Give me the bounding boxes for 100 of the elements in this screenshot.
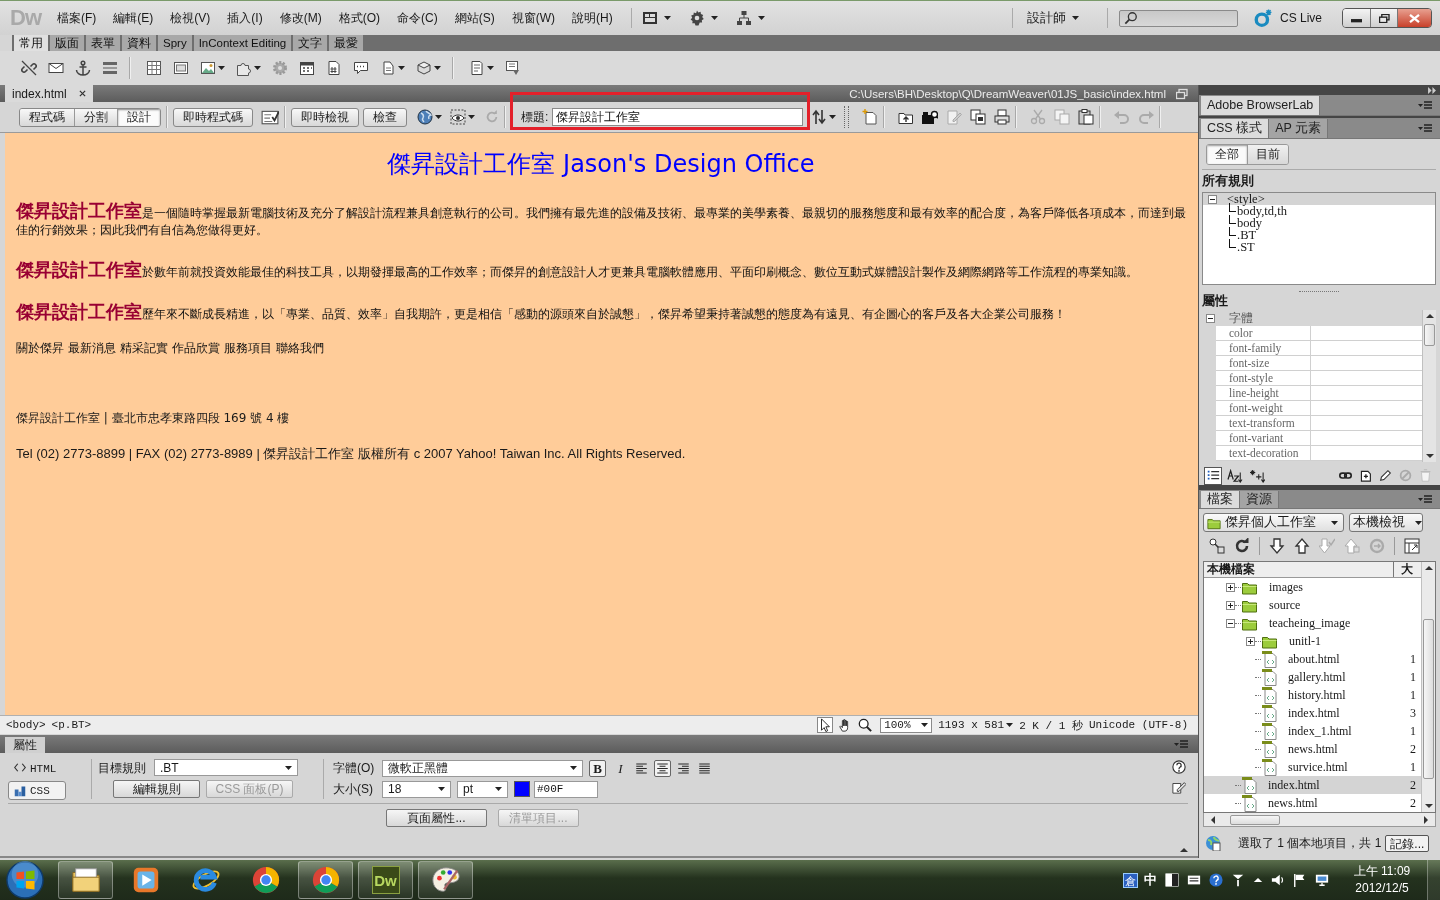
- email-icon[interactable]: [48, 60, 64, 76]
- plus-box-icon[interactable]: [1226, 600, 1235, 610]
- close-button[interactable]: [1397, 9, 1431, 27]
- panel-tab[interactable]: 資源: [1240, 491, 1279, 508]
- speaker-icon[interactable]: [1271, 873, 1285, 887]
- nav-link[interactable]: 精采記實: [120, 340, 168, 357]
- panel-tab[interactable]: 屬性: [5, 737, 45, 753]
- unit-select[interactable]: pt: [457, 780, 508, 798]
- puzzle-icon[interactable]: [236, 60, 252, 76]
- globe-icon[interactable]: [417, 109, 433, 125]
- minus-box-icon[interactable]: [1208, 194, 1217, 204]
- inspect-button[interactable]: 檢查: [363, 107, 407, 127]
- keyboard-icon[interactable]: [1187, 873, 1201, 887]
- scrollbar[interactable]: [1203, 813, 1436, 827]
- cs-live-icon[interactable]: [1253, 9, 1272, 27]
- scroll-down-icon[interactable]: [1425, 453, 1434, 459]
- image-icon[interactable]: [200, 60, 216, 76]
- panel-tab[interactable]: 檔案: [1201, 491, 1240, 508]
- caret-icon[interactable]: [663, 16, 671, 20]
- caret-icon[interactable]: [1006, 723, 1014, 727]
- check-in-icon[interactable]: [1344, 538, 1360, 554]
- insert-tab[interactable]: 資料: [122, 35, 158, 51]
- hierarchy-icon[interactable]: [735, 10, 752, 26]
- view-button[interactable]: 程式碼: [20, 108, 74, 126]
- eye-icon[interactable]: [450, 109, 466, 125]
- hash-file-icon[interactable]: [326, 60, 342, 76]
- nav-link[interactable]: 服務項目: [224, 340, 272, 357]
- flag-icon[interactable]: [1293, 873, 1307, 887]
- panel-menu-icon[interactable]: [1418, 101, 1432, 109]
- taskbar-button[interactable]: [418, 861, 473, 899]
- rule-item[interactable]: <style>: [1203, 193, 1435, 205]
- expand-window-icon[interactable]: [1404, 538, 1420, 554]
- cs-live-link[interactable]: CS Live: [1279, 11, 1322, 25]
- caret-icon[interactable]: [434, 66, 441, 70]
- help-icon[interactable]: [1209, 873, 1223, 887]
- scroll-thumb[interactable]: [1423, 619, 1434, 779]
- workspace-switcher[interactable]: 設計師: [1026, 9, 1079, 27]
- edit-rule-button[interactable]: 編輯規則: [113, 780, 200, 798]
- log-button[interactable]: 記錄...: [1385, 834, 1430, 852]
- panel-menu-icon[interactable]: [1418, 124, 1432, 132]
- view-select[interactable]: 本機檢視: [1349, 513, 1423, 532]
- new-document-icon[interactable]: [862, 109, 879, 125]
- insert-tab[interactable]: 版面: [50, 35, 86, 51]
- print-icon[interactable]: [994, 109, 1011, 125]
- page-properties-button[interactable]: 頁面屬性...: [386, 809, 487, 827]
- anchor-icon[interactable]: [75, 60, 91, 76]
- panel-menu-icon[interactable]: [1418, 495, 1432, 503]
- site-select[interactable]: 傑昇個人工作室: [1203, 513, 1344, 532]
- tag-selector[interactable]: <body>: [6, 719, 46, 731]
- nav-link[interactable]: 聯絡我們: [276, 340, 324, 357]
- view-button[interactable]: 設計: [117, 108, 160, 126]
- page-lines-icon[interactable]: [469, 60, 485, 76]
- insert-tab[interactable]: 表單: [86, 35, 122, 51]
- paste-icon[interactable]: [1078, 109, 1095, 125]
- sort-az-icon[interactable]: [1227, 468, 1243, 483]
- code-check-icon[interactable]: [261, 108, 279, 126]
- scroll-up-icon[interactable]: [1425, 313, 1434, 319]
- new-page-icon[interactable]: [1359, 469, 1372, 482]
- menu-item[interactable]: 說明(H): [572, 9, 613, 27]
- zoom-tool-icon[interactable]: [858, 718, 873, 732]
- panel-menu-icon[interactable]: [1174, 740, 1188, 748]
- menu-item[interactable]: 檢視(V): [170, 9, 211, 27]
- minimize-button[interactable]: [1343, 9, 1370, 27]
- bold-button[interactable]: B: [589, 759, 606, 777]
- put-icon[interactable]: [1294, 538, 1310, 554]
- mode-button[interactable]: 全部: [1207, 145, 1247, 164]
- funnel-icon[interactable]: [1231, 873, 1245, 887]
- insert-tab[interactable]: InContext Editing: [193, 35, 294, 51]
- get-icon[interactable]: [1269, 538, 1285, 554]
- caret-icon[interactable]: [435, 115, 442, 119]
- pencil-icon[interactable]: [1379, 469, 1392, 482]
- file-item[interactable]: unitl-1: [1204, 632, 1421, 650]
- caret-icon[interactable]: [468, 115, 475, 119]
- list-view-icon[interactable]: [1205, 467, 1221, 484]
- document-tab[interactable]: index.html: [5, 85, 93, 102]
- calendar-icon[interactable]: [299, 60, 315, 76]
- menu-item[interactable]: 視窗(W): [511, 9, 555, 27]
- select-tool-icon[interactable]: [818, 718, 833, 732]
- title-field[interactable]: 傑昇設計工作室: [552, 108, 804, 126]
- hyperlink-icon[interactable]: [21, 60, 37, 76]
- file-item[interactable]: history.html 1: [1204, 686, 1421, 704]
- caret-icon[interactable]: [218, 66, 225, 70]
- cube-icon[interactable]: [416, 60, 432, 76]
- menu-item[interactable]: 編輯(E): [113, 9, 154, 27]
- pages-icon[interactable]: [970, 109, 987, 125]
- expand-arrow-icon[interactable]: [1180, 847, 1188, 852]
- menu-item[interactable]: 格式(O): [338, 9, 380, 27]
- minus-box-icon[interactable]: [1226, 618, 1235, 628]
- mode-button[interactable]: HTML: [8, 759, 66, 778]
- check-out-icon[interactable]: [1319, 538, 1335, 554]
- file-item[interactable]: source: [1204, 596, 1421, 614]
- menu-item[interactable]: 命令(C): [397, 9, 438, 27]
- plus-box-icon[interactable]: [1246, 636, 1255, 646]
- comment-icon[interactable]: [353, 60, 369, 76]
- color-swatch-icon[interactable]: [514, 781, 530, 797]
- menu-item[interactable]: 檔案(F): [57, 9, 97, 27]
- window-size[interactable]: 1193 x 581: [938, 719, 1005, 731]
- nav-link[interactable]: 最新消息: [68, 340, 116, 357]
- nav-link[interactable]: 作品欣賞: [172, 340, 220, 357]
- rule-item[interactable]: .BT: [1203, 229, 1435, 241]
